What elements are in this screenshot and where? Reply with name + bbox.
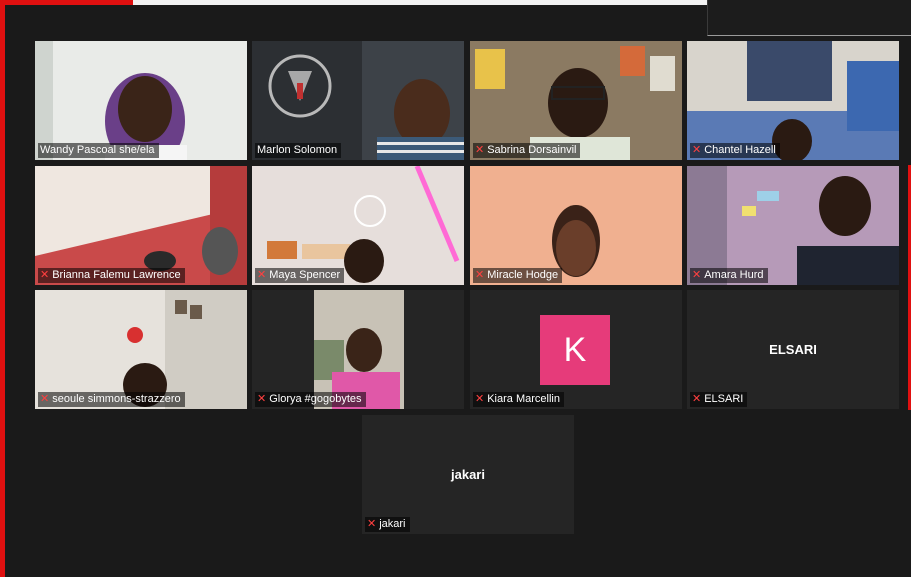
mic-muted-icon: ✕ xyxy=(692,269,702,281)
video-tile-wandy-pascoal[interactable]: Wandy Pascoal she/ela xyxy=(35,41,247,160)
mic-muted-icon: ✕ xyxy=(40,269,50,281)
mic-muted-icon: ✕ xyxy=(40,393,50,405)
participant-name: ✕ Maya Spencer xyxy=(255,268,345,283)
top-strip xyxy=(133,0,707,5)
participant-name: Wandy Pascoal she/ela xyxy=(38,143,159,158)
video-tile-sabrina-dorsainvil[interactable]: ✕ Sabrina Dorsainvil xyxy=(470,41,682,160)
mic-muted-icon: ✕ xyxy=(475,144,485,156)
participant-name: ✕ Amara Hurd xyxy=(690,268,768,283)
participant-name: ✕ Kiara Marcellin xyxy=(473,392,564,407)
avatar: K xyxy=(540,315,610,385)
participant-name: ✕ Miracle Hodge xyxy=(473,268,563,283)
participant-name: ✕ jakari xyxy=(365,517,410,532)
mic-muted-icon: ✕ xyxy=(257,269,267,281)
participant-name: ✕ Chantel Hazell xyxy=(690,143,780,158)
participant-name: ✕ Glorya #gogobytes xyxy=(255,392,366,407)
video-tile-elsari[interactable]: ELSARI ✕ ELSARI xyxy=(687,290,899,409)
participant-name: ✕ Brianna Falemu Lawrence xyxy=(38,268,185,283)
video-tile-miracle-hodge[interactable]: ✕ Miracle Hodge xyxy=(470,166,682,285)
video-tile-chantel-hazell[interactable]: ✕ Chantel Hazell xyxy=(687,41,899,160)
video-tile-glorya-gogobytes[interactable]: ✕ Glorya #gogobytes xyxy=(252,290,464,409)
recording-border-left xyxy=(0,0,5,577)
video-tile-seoule-simmons-strazzero[interactable]: ✕ seoule simmons-strazzero xyxy=(35,290,247,409)
recording-border-top xyxy=(0,0,133,5)
mic-muted-icon: ✕ xyxy=(257,393,267,405)
video-tile-jakari[interactable]: jakari ✕ jakari xyxy=(362,415,574,534)
mic-muted-icon: ✕ xyxy=(475,393,485,405)
participant-name: ✕ Sabrina Dorsainvil xyxy=(473,143,581,158)
top-right-panel xyxy=(707,0,911,36)
participant-name: ✕ seoule simmons-strazzero xyxy=(38,392,185,407)
video-tile-kiara-marcellin[interactable]: K ✕ Kiara Marcellin xyxy=(470,290,682,409)
participant-name: Marlon Solomon xyxy=(255,143,342,158)
mic-muted-icon: ✕ xyxy=(692,144,702,156)
video-tile-brianna-falemu-lawrence[interactable]: ✕ Brianna Falemu Lawrence xyxy=(35,166,247,285)
video-tile-maya-spencer[interactable]: ✕ Maya Spencer xyxy=(252,166,464,285)
mic-muted-icon: ✕ xyxy=(367,518,377,530)
participant-name: ✕ ELSARI xyxy=(690,392,748,407)
video-tile-marlon-solomon[interactable]: Marlon Solomon xyxy=(252,41,464,160)
mic-muted-icon: ✕ xyxy=(692,393,702,405)
mic-muted-icon: ✕ xyxy=(475,269,485,281)
video-tile-amara-hurd[interactable]: ✕ Amara Hurd xyxy=(687,166,899,285)
